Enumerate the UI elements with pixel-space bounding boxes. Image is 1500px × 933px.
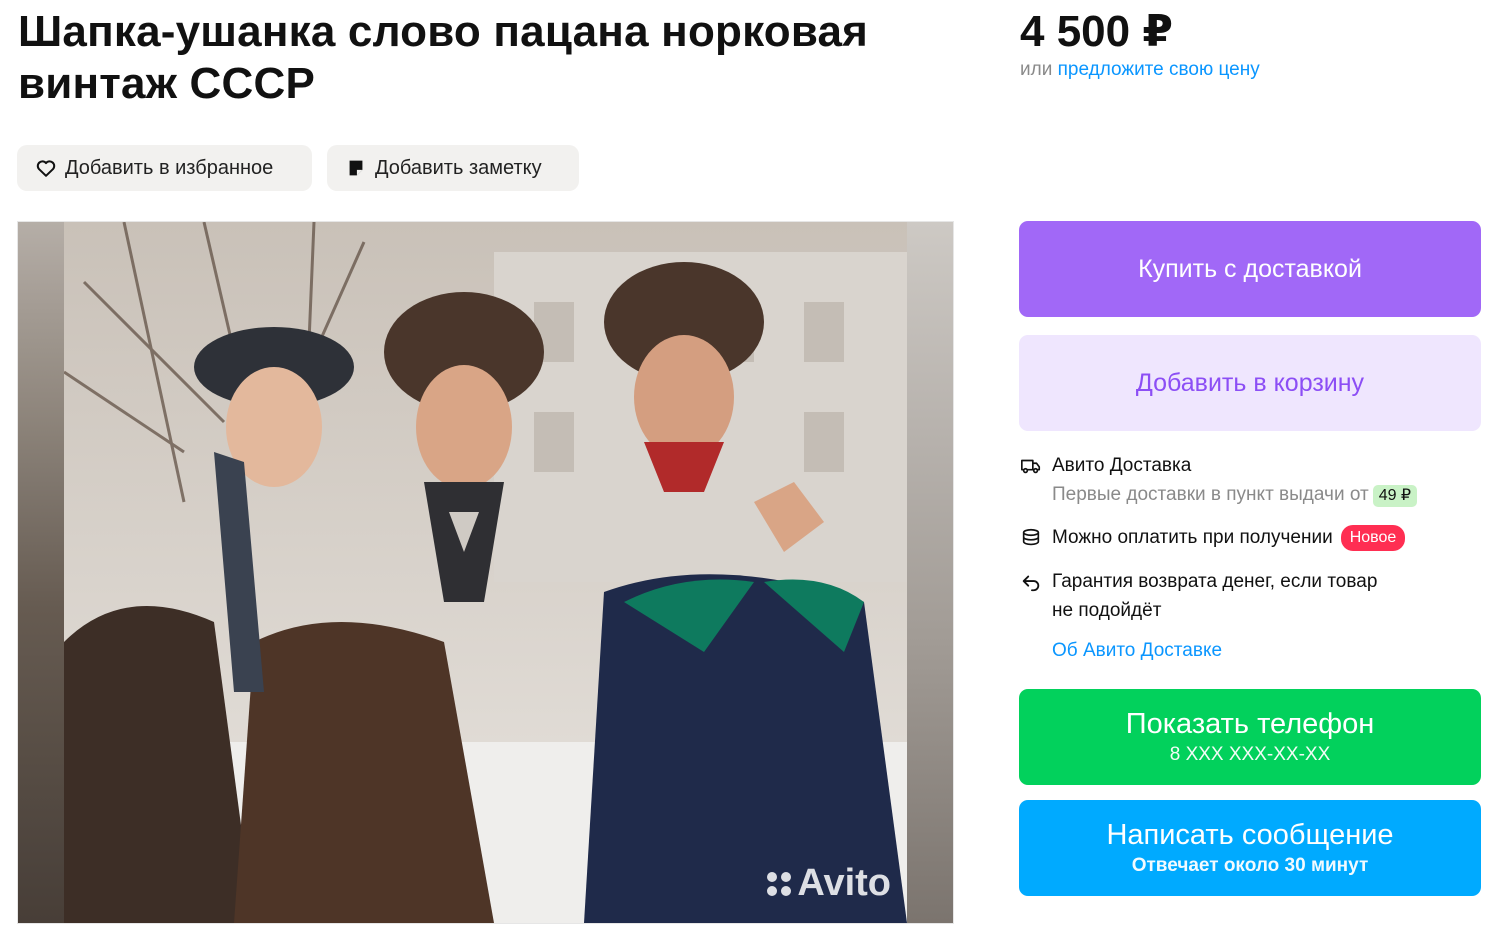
coins-icon xyxy=(1022,528,1040,546)
delivery-subtitle: Первые доставки в пункт выдачи от 49 ₽ xyxy=(1052,480,1418,509)
truck-icon xyxy=(1021,459,1041,474)
price: 4 500 ₽ xyxy=(1020,7,1173,56)
pay-on-receipt-text: Можно оплатить при получении xyxy=(1052,527,1333,548)
add-to-cart-button[interactable]: Добавить в корзину xyxy=(1019,335,1481,431)
write-message-button[interactable]: Написать сообщение Отвечает около 30 мин… xyxy=(1019,800,1481,896)
gallery-blur-right xyxy=(907,222,953,923)
watermark-text: Avito xyxy=(797,862,891,904)
add-favorite-button[interactable]: Добавить в избранное xyxy=(17,145,312,191)
phone-masked: 8 XXX XXX-XX-XX xyxy=(1169,744,1331,765)
heart-icon xyxy=(36,160,56,177)
write-message-label: Написать сообщение xyxy=(1106,819,1394,851)
money-back-info: Гарантия возврата денег, если товар не п… xyxy=(1020,567,1377,625)
delivery-price-badge: 49 ₽ xyxy=(1372,485,1418,507)
response-time: Отвечает около 30 минут xyxy=(1131,855,1369,876)
listing-title: Шапка-ушанка слово пацана норковая винта… xyxy=(18,7,869,108)
add-note-label: Добавить заметку xyxy=(375,156,542,179)
buy-with-delivery-label: Купить с доставкой xyxy=(1138,254,1362,283)
photo-gallery[interactable]: Avito xyxy=(17,221,954,924)
return-arrow-icon xyxy=(1022,575,1040,592)
new-badge: Новое xyxy=(1340,525,1406,551)
avito-watermark: Avito xyxy=(767,862,891,905)
pay-on-receipt-info: Можно оплатить при получении Новое xyxy=(1020,523,1406,552)
price-offer: или предложите свою цену xyxy=(1020,59,1260,81)
show-phone-label: Показать телефон xyxy=(1125,708,1375,740)
delivery-subtitle-text: Первые доставки в пункт выдачи от xyxy=(1052,484,1369,505)
note-icon xyxy=(349,160,363,176)
guarantee-line-1: Гарантия возврата денег, если товар xyxy=(1052,571,1378,592)
avito-logo-icon xyxy=(767,871,792,896)
gallery-blur-left xyxy=(18,222,64,923)
listing-photo[interactable] xyxy=(64,222,907,923)
show-phone-button[interactable]: Показать телефон 8 XXX XXX-XX-XX xyxy=(1019,689,1481,785)
about-avito-delivery-link[interactable]: Об Авито Доставке xyxy=(1052,640,1222,662)
add-to-cart-label: Добавить в корзину xyxy=(1135,368,1365,397)
offer-price-link[interactable]: предложите свою цену xyxy=(1058,59,1260,80)
guarantee-line-2: не подойдёт xyxy=(1052,600,1162,621)
delivery-title: Авито Доставка xyxy=(1052,455,1192,476)
delivery-info: Авито Доставка Первые доставки в пункт в… xyxy=(1020,451,1418,509)
add-favorite-label: Добавить в избранное xyxy=(65,156,274,179)
add-note-button[interactable]: Добавить заметку xyxy=(327,145,579,191)
offer-prefix: или xyxy=(1020,59,1053,80)
buy-with-delivery-button[interactable]: Купить с доставкой xyxy=(1019,221,1481,317)
